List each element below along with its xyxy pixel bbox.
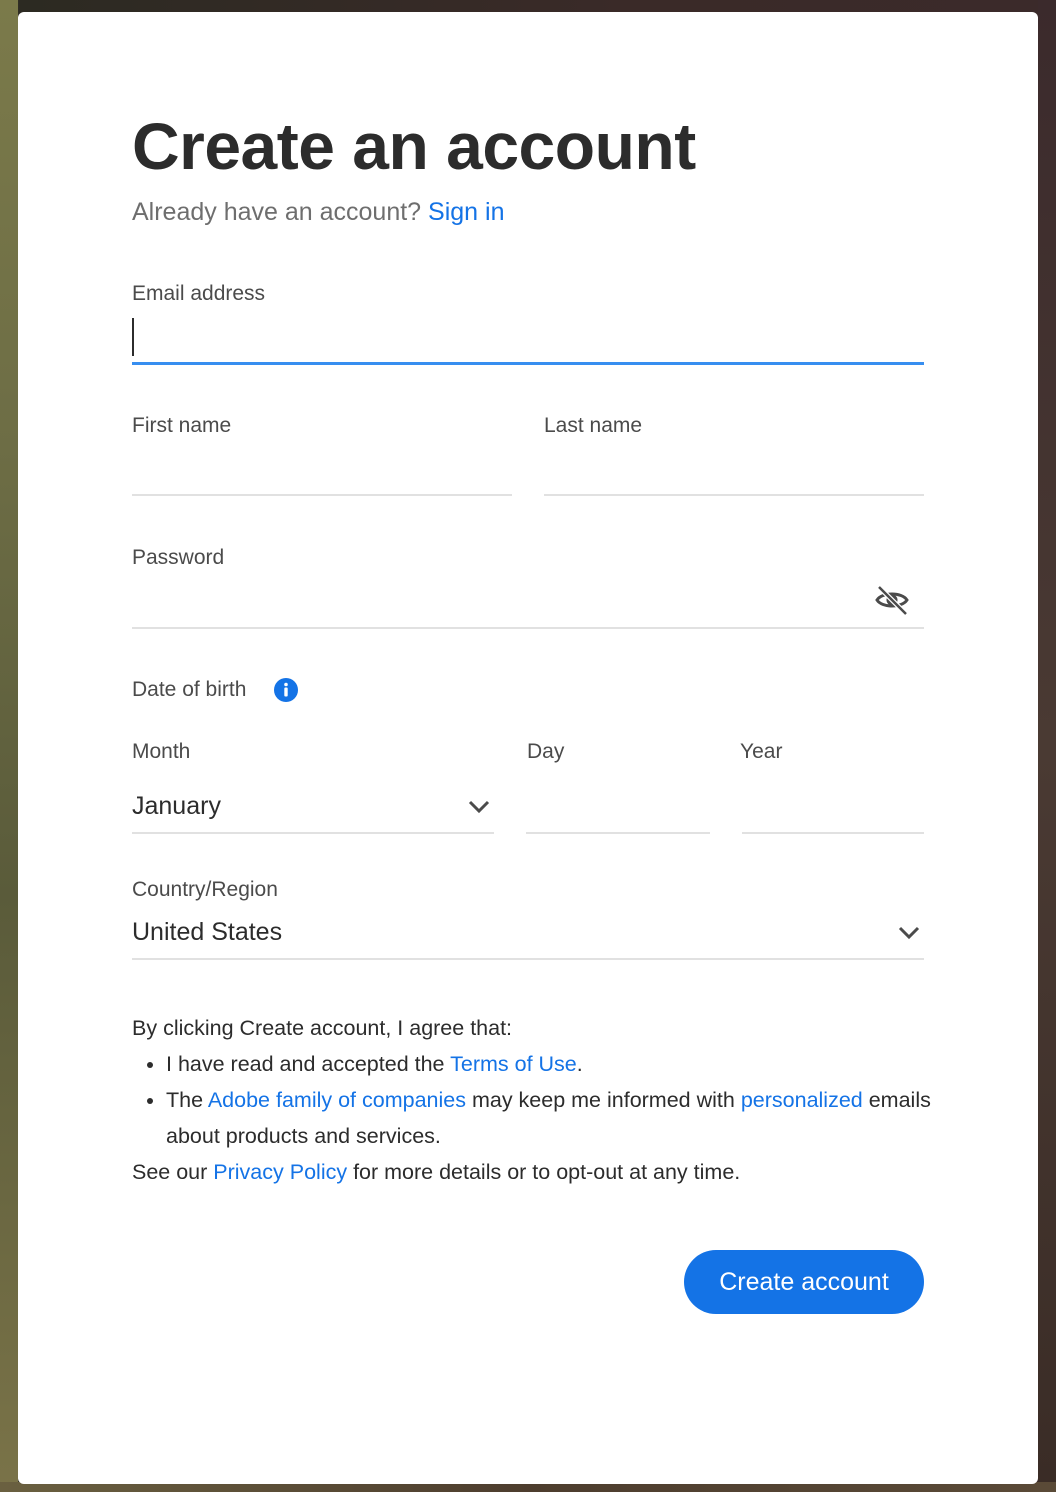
first-name-label: First name (132, 414, 232, 437)
country-value: United States (132, 918, 283, 946)
email-label: Email address (132, 282, 266, 305)
chevron-down-icon (898, 926, 920, 940)
legal-item-marketing: The Adobe family of companies may keep m… (166, 1082, 932, 1154)
signin-prompt: Already have an account? Sign in (132, 198, 505, 227)
dob-label: Date of birth (132, 678, 247, 701)
terms-of-use-link[interactable]: Terms of Use (450, 1052, 577, 1076)
signin-link[interactable]: Sign in (428, 198, 504, 226)
last-name-field[interactable] (544, 446, 924, 496)
country-label: Country/Region (132, 878, 278, 901)
legal-item1-text: I have read and accepted the (166, 1052, 451, 1076)
info-icon[interactable] (274, 678, 298, 702)
background-left (0, 0, 18, 1492)
first-name-field[interactable] (132, 446, 512, 496)
signin-prompt-text: Already have an account? (132, 198, 422, 226)
last-name-label: Last name (544, 414, 643, 437)
signup-card: Create an account Already have an accoun… (18, 12, 1038, 1484)
email-field[interactable] (132, 312, 924, 365)
legal-footer: See our Privacy Policy for more details … (132, 1154, 932, 1190)
legal-item-terms: I have read and accepted the Terms of Us… (166, 1046, 932, 1082)
legal-item2-text: The (166, 1088, 208, 1112)
personalized-link[interactable]: personalized (741, 1088, 863, 1112)
privacy-policy-link[interactable]: Privacy Policy (213, 1160, 347, 1184)
background-right (1038, 0, 1056, 1492)
chevron-down-icon (468, 800, 490, 814)
legal-item2-mid: may keep me informed with (465, 1088, 741, 1112)
legal-intro: By clicking Create account, I agree that… (132, 1016, 513, 1040)
month-value: January (132, 792, 221, 820)
eye-off-icon[interactable] (874, 582, 910, 618)
year-label: Year (740, 740, 783, 763)
text-caret (132, 318, 134, 356)
page-title: Create an account (132, 109, 696, 183)
day-field[interactable] (526, 782, 710, 834)
legal-footer-text: See our (132, 1160, 214, 1184)
password-label: Password (132, 546, 225, 569)
legal-item1-end: . (576, 1052, 583, 1076)
password-field[interactable] (132, 578, 924, 629)
legal-list: I have read and accepted the Terms of Us… (132, 1046, 932, 1154)
create-account-button[interactable]: Create account (684, 1250, 924, 1314)
year-field[interactable] (742, 782, 924, 834)
legal-notice: By clicking Create account, I agree that… (132, 1010, 932, 1190)
month-label: Month (132, 740, 191, 763)
legal-footer-end: for more details or to opt-out at any ti… (347, 1160, 741, 1184)
day-label: Day (527, 740, 565, 763)
adobe-family-link[interactable]: Adobe family of companies (208, 1088, 466, 1112)
